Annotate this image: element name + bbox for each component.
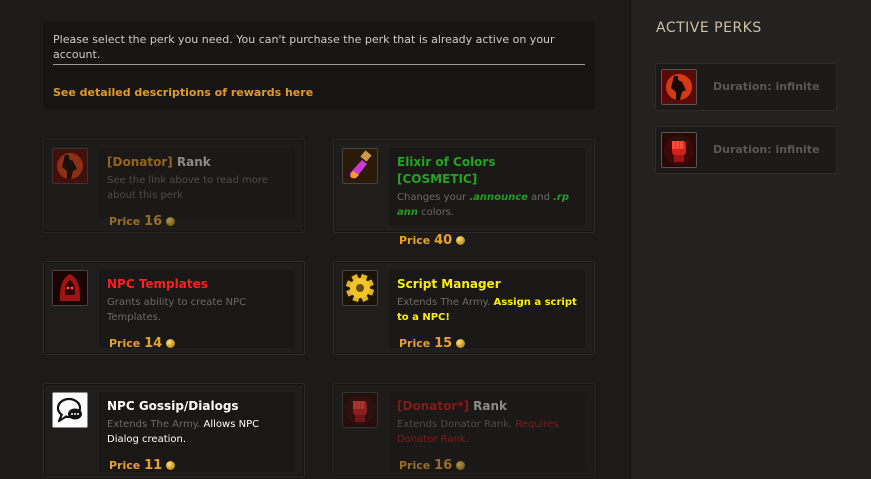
gear-icon [342, 270, 378, 306]
coin-icon [166, 460, 176, 470]
perk-card-npc-templates[interactable]: NPC Templates Grants ability to create N… [43, 261, 305, 355]
perk-description: Grants ability to create NPC Templates. [107, 297, 247, 323]
red-fist-icon [342, 392, 378, 428]
active-perk-item: Duration: infinite [655, 63, 837, 111]
coin-icon [456, 338, 466, 348]
perk-description: See the link above to read more about th… [107, 175, 268, 201]
perk-title: Elixir of Colors [COSMETIC] [397, 155, 496, 186]
coin-icon [166, 338, 176, 348]
active-perk-duration: Duration: infinite [713, 80, 820, 93]
active-perks-sidebar: ACTIVE PERKS Duration: infinite Duration… [630, 0, 871, 479]
rewards-description-link[interactable]: See detailed descriptions of rewards her… [53, 86, 313, 99]
perk-description: Extends Donator Rank. Requires Donator R… [397, 419, 559, 445]
perk-price: Price 40 [399, 233, 466, 248]
perk-title: NPC Gossip/Dialogs [107, 399, 239, 413]
perk-info: Elixir of Colors [COSMETIC] Changes your … [389, 148, 585, 226]
active-perk-duration: Duration: infinite [713, 143, 820, 156]
perk-card-donator-rank[interactable]: [Donator] Rank See the link above to rea… [43, 139, 305, 233]
perk-price: Price 16 [109, 214, 176, 229]
coin-icon [166, 216, 176, 226]
perk-price: Price 15 [399, 336, 466, 351]
perk-card-donator-star-rank[interactable]: [Donator*] Rank Extends Donator Rank. Re… [333, 383, 595, 477]
perk-description: Extends The Army. Allows NPC Dialog crea… [107, 419, 260, 445]
perk-price: Price 16 [399, 458, 466, 473]
active-perk-item: Duration: infinite [655, 126, 837, 174]
active-perks-heading: ACTIVE PERKS [656, 20, 762, 36]
perk-card-npc-gossip-dialogs[interactable]: NPC Gossip/Dialogs Extends The Army. All… [43, 383, 305, 477]
donator-silhouette-icon [52, 148, 88, 184]
coin-icon [456, 460, 466, 470]
perk-title: Script Manager [397, 277, 501, 291]
perk-description: Extends The Army. Assign a script to a N… [397, 297, 577, 323]
donator-silhouette-icon [661, 69, 697, 105]
red-fist-icon [661, 132, 697, 168]
coin-icon [456, 235, 466, 245]
speech-bubble-icon [52, 392, 88, 428]
perk-description: Changes your .announce and .rp ann color… [397, 192, 570, 218]
potion-vial-icon [342, 148, 378, 184]
perk-title: [Donator*] Rank [397, 399, 508, 413]
hooded-figure-icon [52, 270, 88, 306]
perk-price: Price 14 [109, 336, 176, 351]
perk-price: Price 11 [109, 458, 176, 473]
perk-info: [Donator] Rank See the link above to rea… [99, 148, 295, 218]
notice-box: Please select the perk you need. You can… [43, 22, 595, 110]
notice-text: Please select the perk you need. You can… [53, 32, 585, 65]
perk-card-elixir-of-colors[interactable]: Elixir of Colors [COSMETIC] Changes your … [333, 139, 595, 248]
perk-card-script-manager[interactable]: Script Manager Extends The Army. Assign … [333, 261, 595, 355]
perk-title: NPC Templates [107, 277, 208, 291]
perk-title: [Donator] Rank [107, 155, 211, 169]
perks-main: Please select the perk you need. You can… [0, 0, 630, 479]
